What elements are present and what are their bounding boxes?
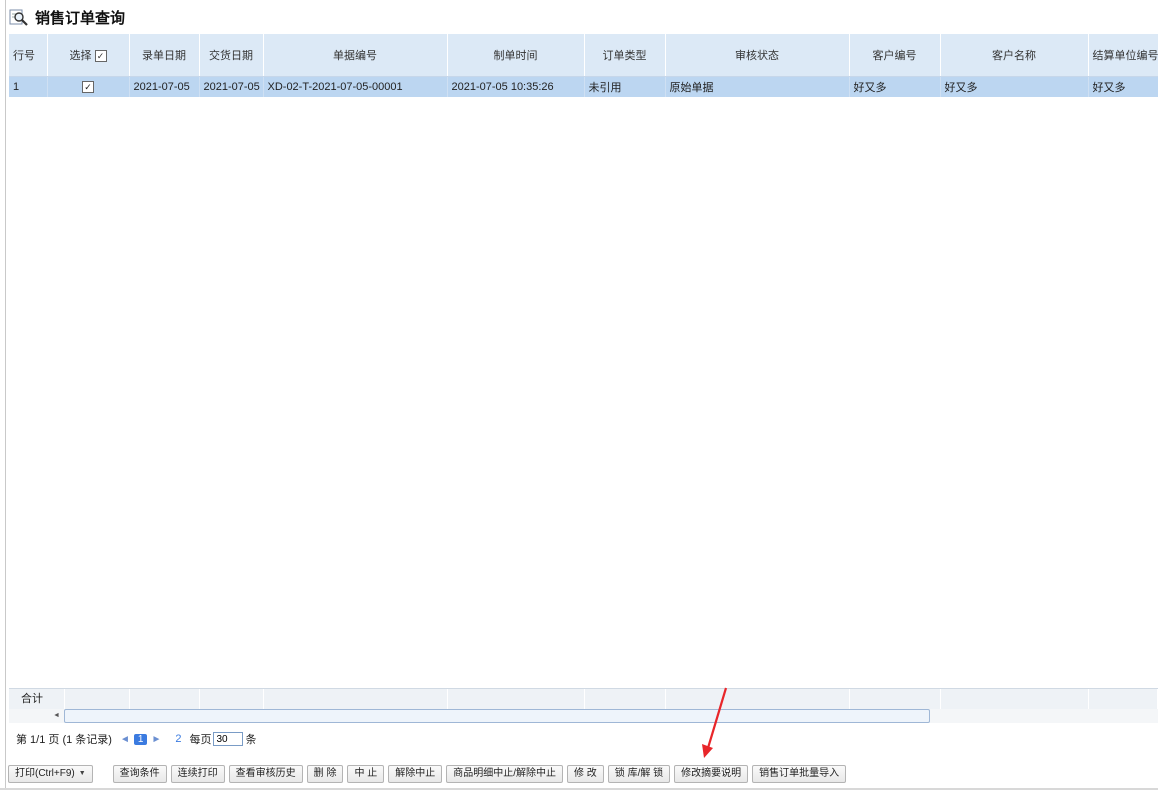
column-header-order-type[interactable]: 订单类型	[584, 34, 666, 77]
total-cell	[850, 689, 941, 709]
query-conditions-button[interactable]: 查询条件	[112, 765, 167, 783]
print-dropdown-button[interactable]: 打印(Ctrl+F9) ▼	[8, 765, 93, 783]
red-arrow-annotation	[702, 687, 728, 758]
cell-settlement-code: 好又多	[1088, 76, 1158, 97]
modify-summary-button[interactable]: 修改摘要说明	[674, 765, 749, 783]
total-row: 合计	[9, 688, 1158, 709]
window-title-bar: 销售订单查询	[9, 6, 125, 28]
total-cell	[264, 689, 448, 709]
row-checkbox[interactable]: ✓	[82, 81, 94, 94]
cell-delivery-date: 2021-07-05	[199, 76, 264, 97]
column-header-select-label: 选择	[69, 50, 92, 62]
search-document-icon	[9, 9, 28, 26]
scroll-left-icon[interactable]: ◄	[53, 712, 60, 719]
modify-button[interactable]: 修 改	[567, 765, 604, 783]
cell-created-time: 2021-07-05 10:35:26	[447, 76, 585, 97]
column-header-settlement-code[interactable]: 结算单位编号	[1088, 34, 1158, 77]
select-all-checkbox[interactable]: ✓	[94, 50, 107, 63]
total-cell	[448, 689, 585, 709]
lock-unlock-stock-button[interactable]: 锁 库/解 锁	[607, 765, 671, 783]
total-cell	[200, 689, 264, 709]
scrollbar-thumb[interactable]	[64, 709, 930, 723]
column-header-delivery-date[interactable]: 交货日期	[199, 34, 264, 77]
per-page-input[interactable]	[213, 732, 244, 746]
delete-button[interactable]: 删 除	[306, 765, 344, 783]
cell-customer-name: 好又多	[940, 76, 1089, 97]
release-suspend-button[interactable]: 解除中止	[388, 765, 443, 783]
cell-customer-code: 好又多	[849, 76, 941, 97]
total-cell	[585, 689, 666, 709]
cell-order-type: 未引用	[584, 76, 666, 97]
prev-page-icon[interactable]: ◄	[120, 734, 130, 745]
cell-audit-status: 原始单据	[665, 76, 850, 97]
left-border	[5, 0, 6, 790]
per-page-unit: 条	[245, 734, 257, 746]
orders-table: 行号 选择 ✓ 录单日期 交货日期 单据编号 制单时间 订单类型 审核状态 客户…	[9, 34, 1158, 97]
column-header-row-no[interactable]: 行号	[9, 34, 48, 77]
page-link-2[interactable]: 2	[175, 733, 181, 745]
cell-select[interactable]: ✓	[47, 76, 130, 97]
column-header-entry-date[interactable]: 录单日期	[129, 34, 200, 77]
per-page-label: 每页	[189, 734, 212, 746]
print-button-label: 打印(Ctrl+F9)	[15, 768, 75, 779]
horizontal-scrollbar[interactable]: ◄	[9, 709, 1158, 723]
current-page[interactable]: 1	[133, 733, 148, 745]
action-toolbar: 打印(Ctrl+F9) ▼ 查询条件 连续打印 查看审核历史 删 除 中 止 解…	[8, 764, 850, 784]
total-label: 合计	[9, 689, 65, 709]
item-detail-suspend-button[interactable]: 商品明细中止/解除中止	[446, 765, 564, 783]
cell-doc-no: XD-02-T-2021-07-05-00001	[263, 76, 448, 97]
cell-entry-date: 2021-07-05	[129, 76, 200, 97]
total-cell	[941, 689, 1089, 709]
page-info: 第 1/1 页 (1 条记录)	[16, 734, 112, 746]
suspend-button[interactable]: 中 止	[347, 765, 385, 783]
table-row[interactable]: 1 ✓ 2021-07-05 2021-07-05 XD-02-T-2021-0…	[9, 76, 1158, 97]
view-audit-history-button[interactable]: 查看审核历史	[228, 765, 303, 783]
chevron-down-icon: ▼	[78, 770, 86, 777]
column-header-customer-name[interactable]: 客户名称	[940, 34, 1089, 77]
cell-row-no: 1	[9, 76, 48, 97]
orders-grid[interactable]: 行号 选择 ✓ 录单日期 交货日期 单据编号 制单时间 订单类型 审核状态 客户…	[9, 34, 1158, 686]
total-cell	[130, 689, 200, 709]
batch-import-button[interactable]: 销售订单批量导入	[752, 765, 847, 783]
next-page-icon[interactable]: ►	[151, 734, 161, 745]
column-header-doc-no[interactable]: 单据编号	[263, 34, 448, 77]
total-cell	[1089, 689, 1158, 709]
column-header-audit-status[interactable]: 审核状态	[665, 34, 850, 77]
pager: 第 1/1 页 (1 条记录) ◄ 1 ► 2 每页 条	[16, 731, 256, 747]
column-header-created-time[interactable]: 制单时间	[447, 34, 585, 77]
column-header-customer-code[interactable]: 客户编号	[849, 34, 941, 77]
column-header-select[interactable]: 选择 ✓	[47, 34, 130, 77]
page-title: 销售订单查询	[35, 9, 126, 27]
continuous-print-button[interactable]: 连续打印	[170, 765, 225, 783]
total-cell	[65, 689, 130, 709]
